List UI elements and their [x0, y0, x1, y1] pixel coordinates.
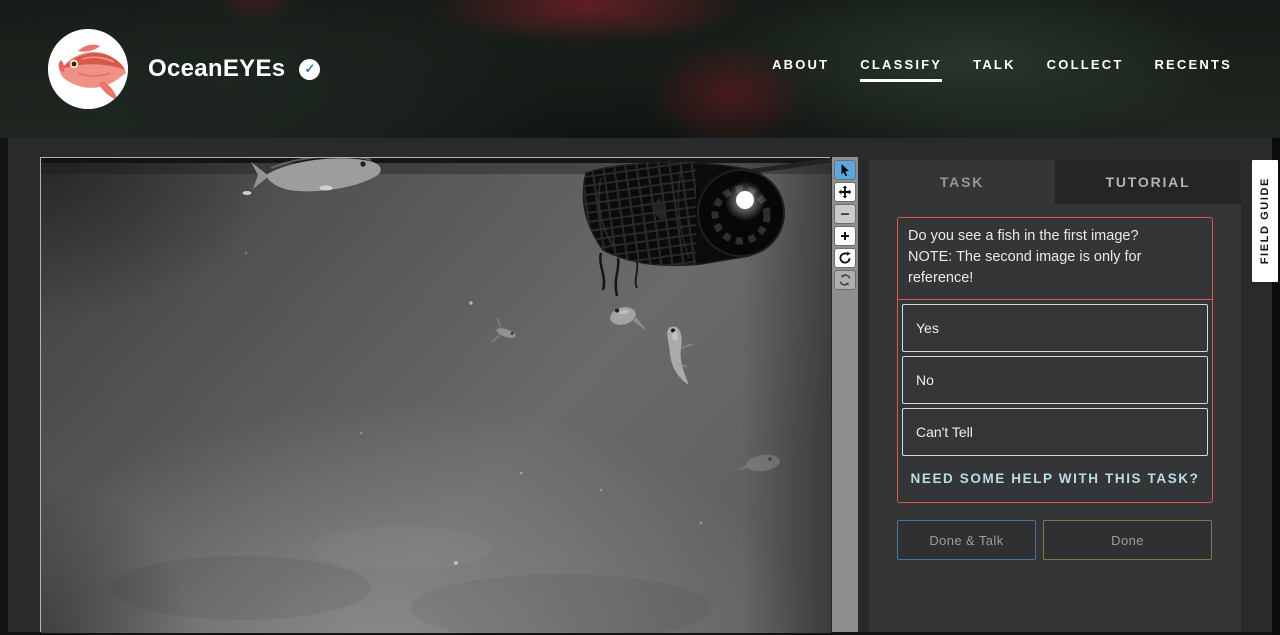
- image-toolbar: [832, 157, 858, 632]
- reset-view-button[interactable]: [834, 270, 856, 290]
- task-panel: TASK TUTORIAL Do you see a fish in the f…: [869, 160, 1241, 632]
- zoom-out-button[interactable]: [834, 204, 856, 224]
- answer-cant-tell-button[interactable]: Can't Tell: [902, 408, 1208, 456]
- tab-tutorial[interactable]: TUTORIAL: [1055, 160, 1241, 204]
- answer-yes-button[interactable]: Yes: [902, 304, 1208, 352]
- classify-main-area: TASK TUTORIAL Do you see a fish in the f…: [8, 138, 1272, 633]
- reset-icon: [839, 274, 851, 286]
- select-tool-button[interactable]: [834, 160, 856, 180]
- done-and-talk-button[interactable]: Done & Talk: [897, 520, 1036, 560]
- nav-item-talk[interactable]: TALK: [973, 57, 1016, 82]
- main-nav: ABOUT CLASSIFY TALK COLLECT RECENTS: [772, 57, 1232, 82]
- plus-icon: [841, 232, 849, 240]
- nav-item-about[interactable]: ABOUT: [772, 57, 829, 82]
- panel-tabs: TASK TUTORIAL: [869, 160, 1241, 204]
- need-help-link[interactable]: NEED SOME HELP WITH THIS TASK?: [898, 456, 1212, 502]
- question-line-1: Do you see a fish in the first image?: [908, 228, 1139, 244]
- task-question: Do you see a fish in the first image? NO…: [898, 218, 1212, 300]
- move-icon: [838, 185, 852, 199]
- oceaneyes-classify-page: OceanEYEs ✓ ABOUT CLASSIFY TALK COLLECT …: [0, 0, 1280, 635]
- nav-item-recents[interactable]: RECENTS: [1154, 57, 1232, 82]
- question-line-2: NOTE: The second image is only for refer…: [908, 249, 1142, 286]
- project-brand-link[interactable]: OceanEYEs ✓: [48, 29, 321, 109]
- minus-icon: [841, 213, 849, 215]
- project-avatar: [48, 29, 128, 109]
- nav-item-classify[interactable]: CLASSIFY: [860, 57, 943, 82]
- cursor-icon: [841, 164, 849, 177]
- red-snapper-illustration: [48, 29, 128, 109]
- project-header: OceanEYEs ✓ ABOUT CLASSIFY TALK COLLECT …: [0, 0, 1280, 138]
- done-button[interactable]: Done: [1043, 520, 1212, 560]
- project-title: OceanEYEs: [148, 55, 286, 82]
- field-guide-tab[interactable]: FIELD GUIDE: [1252, 160, 1278, 282]
- pan-tool-button[interactable]: [834, 182, 856, 202]
- tab-task[interactable]: TASK: [869, 160, 1055, 204]
- subject-image[interactable]: [40, 157, 831, 633]
- verified-badge-icon: ✓: [299, 58, 321, 80]
- underwater-scene: [41, 158, 831, 633]
- task-actions: Done & Talk Done: [897, 520, 1213, 560]
- task-question-group: Do you see a fish in the first image? NO…: [897, 217, 1213, 503]
- field-guide-label: FIELD GUIDE: [1259, 177, 1271, 265]
- answer-no-button[interactable]: No: [902, 356, 1208, 404]
- nav-item-collect[interactable]: COLLECT: [1047, 57, 1124, 82]
- rotate-icon: [839, 251, 851, 264]
- rotate-tool-button[interactable]: [834, 248, 856, 268]
- zoom-in-button[interactable]: [834, 226, 856, 246]
